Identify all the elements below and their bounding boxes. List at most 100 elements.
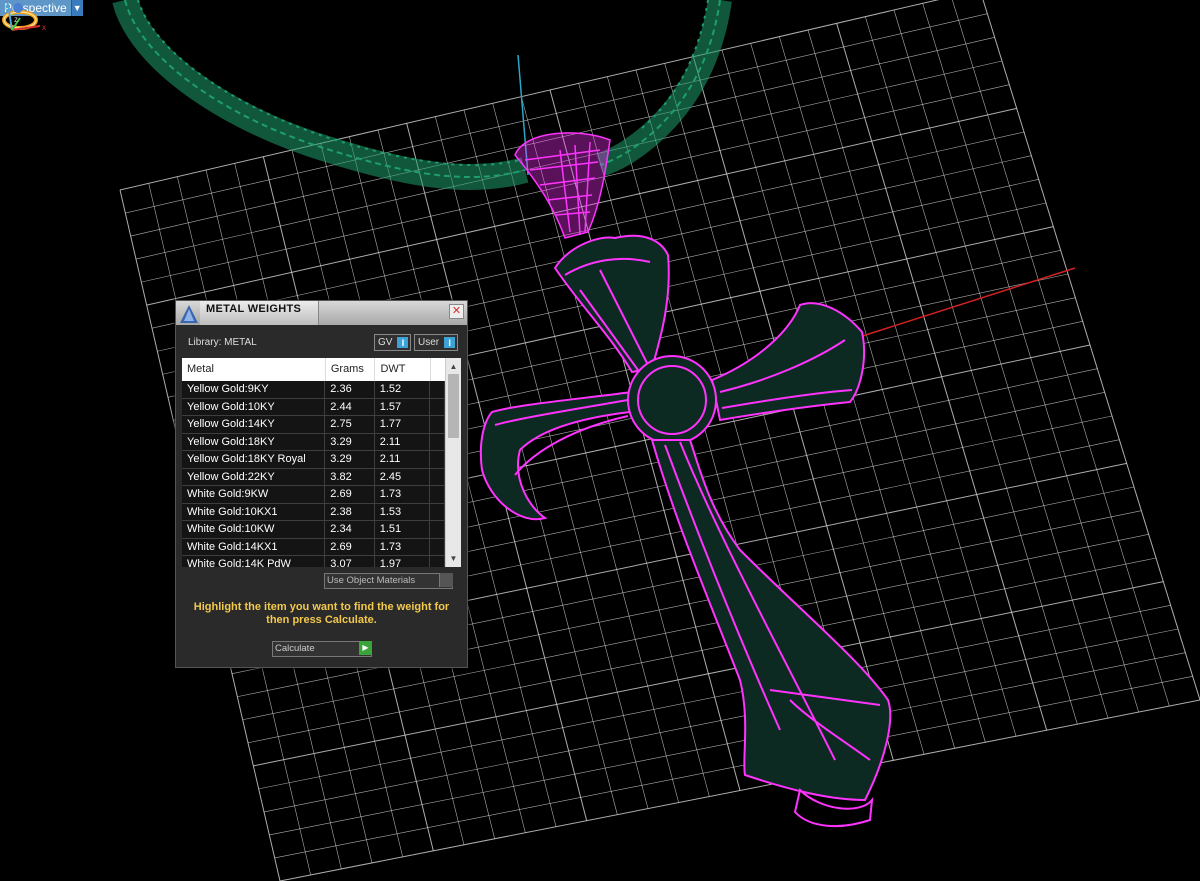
table-body: Yellow Gold:9KY 2.36 1.52 Yellow Gold:10KY…	[182, 381, 445, 567]
library-label: Library: METAL	[188, 337, 257, 348]
pendant-bail	[514, 132, 611, 239]
grid-line	[836, 23, 1048, 731]
checkbox-icon[interactable]	[439, 573, 453, 587]
cell-spacer	[430, 538, 445, 555]
cell-dwt: 1.52	[375, 381, 431, 398]
gv-toggle[interactable]: GV I	[374, 334, 412, 351]
cell-spacer	[430, 433, 445, 450]
table-row[interactable]: Yellow Gold:14KY 2.75 1.77	[182, 416, 445, 434]
cell-spacer	[430, 416, 445, 433]
use-object-materials-button[interactable]: Use Object Materials	[324, 573, 453, 589]
cell-metal: Yellow Gold:18KY Royal	[182, 451, 326, 468]
cell-spacer	[430, 521, 445, 538]
chevron-down-icon[interactable]: ▼	[71, 0, 83, 16]
cell-dwt: 1.77	[375, 416, 431, 433]
scroll-thumb[interactable]	[448, 374, 459, 438]
cell-grams: 2.34	[325, 521, 375, 538]
gv-toggle-label: GV	[378, 337, 393, 348]
cell-dwt: 2.11	[375, 451, 431, 468]
grid-line	[865, 16, 1078, 725]
x-axis-line	[849, 267, 1076, 341]
cell-dwt: 1.73	[375, 486, 431, 503]
cross-pendant-wireframe	[479, 234, 892, 828]
close-icon[interactable]: ✕	[449, 304, 464, 319]
table-row[interactable]: Yellow Gold:22KY 3.82 2.45	[182, 468, 445, 486]
table-header: Metal Grams DWT	[182, 358, 445, 381]
cell-grams: 2.75	[325, 416, 375, 433]
cell-spacer	[430, 556, 445, 567]
grid-line	[982, 0, 1200, 701]
cell-dwt: 2.11	[375, 433, 431, 450]
calculate-button[interactable]: Calculate ▶	[272, 641, 372, 657]
cell-grams: 3.29	[325, 451, 375, 468]
table-row[interactable]: Yellow Gold:10KY 2.44 1.57	[182, 398, 445, 416]
axis-label-x: x	[42, 23, 46, 32]
cell-dwt: 2.45	[375, 468, 431, 485]
cell-metal: White Gold:10KW	[182, 521, 326, 538]
cell-spacer	[430, 451, 445, 468]
cell-metal: White Gold:9KW	[182, 486, 326, 503]
axis-label-z: z	[14, 15, 18, 24]
axis-label-y: y	[4, 1, 8, 10]
cell-metal: Yellow Gold:10KY	[182, 398, 326, 415]
table-row[interactable]: Yellow Gold:18KY 3.29 2.11	[182, 433, 445, 451]
cell-dwt: 1.73	[375, 538, 431, 555]
cell-dwt: 1.97	[375, 556, 431, 567]
panel-titlebar[interactable]: METAL WEIGHTS ✕	[176, 301, 467, 325]
scroll-down-icon[interactable]: ▼	[446, 552, 461, 565]
column-header-spacer	[431, 358, 445, 381]
grid-line	[279, 699, 1200, 881]
table-row[interactable]: Yellow Gold:9KY 2.36 1.52	[182, 381, 445, 399]
table-scrollbar[interactable]: ▲ ▼	[445, 358, 461, 567]
cell-metal: Yellow Gold:14KY	[182, 416, 326, 433]
column-header-grams[interactable]: Grams	[326, 358, 376, 381]
table-row[interactable]: White Gold:14KX1 2.69 1.73	[182, 538, 445, 556]
play-icon: ▶	[359, 641, 372, 655]
cell-metal: Yellow Gold:18KY	[182, 433, 326, 450]
cell-grams: 3.82	[325, 468, 375, 485]
cell-spacer	[430, 381, 445, 398]
cell-dwt: 1.57	[375, 398, 431, 415]
metal-weights-panel[interactable]: METAL WEIGHTS ✕ Library: METAL GV I User…	[175, 300, 468, 668]
grid-line	[893, 9, 1109, 719]
calculate-label: Calculate	[275, 643, 315, 654]
grid-line	[952, 0, 1170, 707]
use-object-materials-label: Use Object Materials	[327, 575, 416, 586]
cell-spacer	[430, 486, 445, 503]
cell-spacer	[430, 503, 445, 520]
toggle-indicator-icon: I	[397, 337, 409, 348]
user-toggle[interactable]: User I	[414, 334, 459, 351]
table-row[interactable]: White Gold:10KX1 2.38 1.53	[182, 503, 445, 521]
metal-table[interactable]: Metal Grams DWT Yellow Gold:9KY 2.36 1.52 …	[182, 358, 461, 567]
column-header-dwt[interactable]: DWT	[375, 358, 432, 381]
cell-spacer	[430, 398, 445, 415]
grid-line	[922, 3, 1139, 713]
cell-metal: White Gold:14K PdW	[182, 556, 326, 567]
cell-dwt: 1.51	[375, 521, 431, 538]
scroll-up-icon[interactable]: ▲	[446, 360, 461, 373]
cell-spacer	[430, 468, 445, 485]
cell-dwt: 1.53	[375, 503, 431, 520]
cell-grams: 2.69	[325, 486, 375, 503]
user-toggle-label: User	[418, 337, 440, 348]
axis-triad-icon: y z x	[4, 1, 46, 32]
column-header-metal[interactable]: Metal	[182, 358, 326, 381]
instruction-text: Highlight the item you want to find the …	[193, 601, 450, 626]
cell-grams: 2.38	[325, 503, 375, 520]
cell-grams: 2.44	[325, 398, 375, 415]
cell-metal: White Gold:10KX1	[182, 503, 326, 520]
cell-grams: 2.36	[325, 381, 375, 398]
cell-grams: 2.69	[325, 538, 375, 555]
panel-title: METAL WEIGHTS	[206, 303, 302, 315]
cell-grams: 3.29	[325, 433, 375, 450]
matrix-logo-icon	[180, 305, 198, 323]
table-row[interactable]: Yellow Gold:18KY Royal 3.29 2.11	[182, 451, 445, 469]
toggle-indicator-icon: I	[444, 337, 456, 348]
table-row[interactable]: White Gold:9KW 2.69 1.73	[182, 486, 445, 504]
cell-metal: White Gold:14KX1	[182, 538, 326, 555]
chain-wireframe	[112, 0, 732, 191]
cell-metal: Yellow Gold:22KY	[182, 468, 326, 485]
cell-metal: Yellow Gold:9KY	[182, 381, 326, 398]
table-row[interactable]: White Gold:14K PdW 3.07 1.97	[182, 556, 445, 567]
table-row[interactable]: White Gold:10KW 2.34 1.51	[182, 521, 445, 539]
